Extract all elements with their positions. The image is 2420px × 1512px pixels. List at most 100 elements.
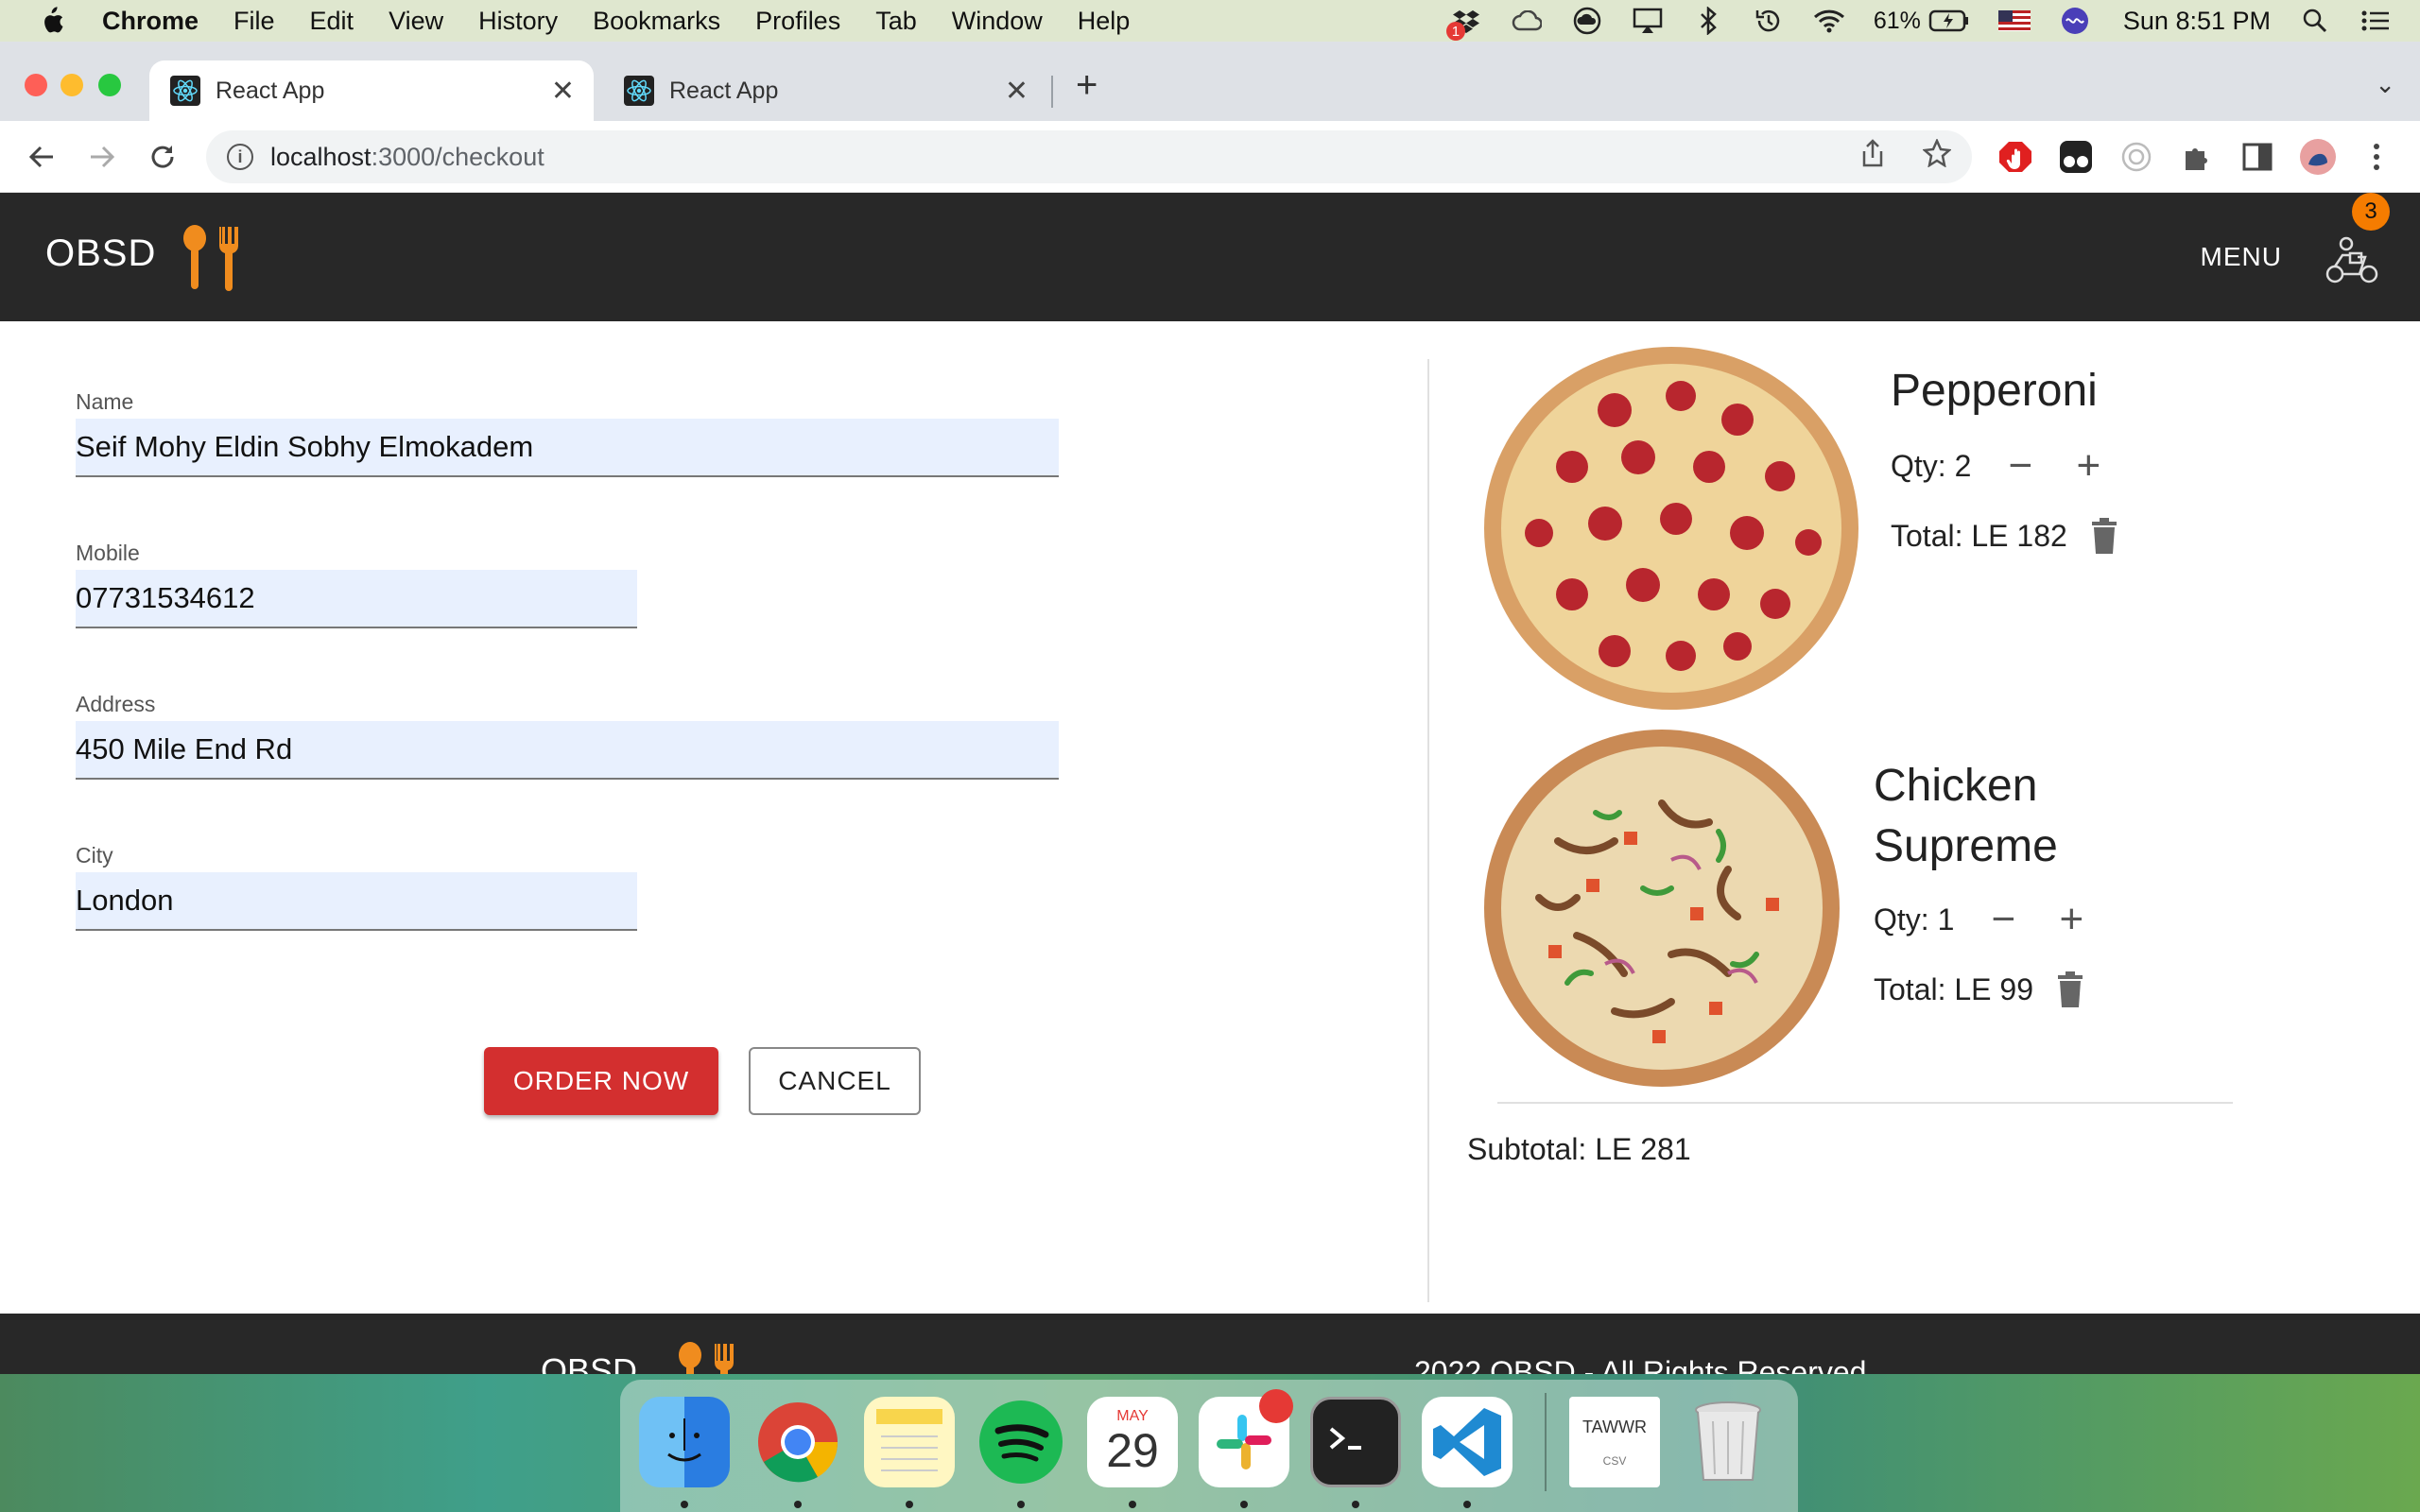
cancel-button[interactable]: CANCEL [749, 1047, 921, 1115]
window-close-button[interactable] [25, 74, 47, 96]
tab-search-chevron-icon[interactable]: ⌄ [2375, 70, 2395, 99]
increase-qty-plus-icon[interactable]: + [2069, 442, 2107, 490]
menubar-clock[interactable]: Sun 8:51 PM [2123, 7, 2271, 36]
footer-copyright: 2022 OBSD - All Rights Reserved [1414, 1355, 1867, 1374]
cloud-sync-icon[interactable] [1571, 7, 1603, 35]
extension-target-icon[interactable] [2118, 138, 2155, 176]
menubar-app-name[interactable]: Chrome [102, 7, 199, 36]
vscode-icon[interactable] [1422, 1397, 1512, 1487]
menubar-window[interactable]: Window [952, 7, 1043, 36]
address-input[interactable]: 450 Mile End Rd [76, 721, 1059, 780]
delete-trash-icon[interactable] [2090, 518, 2118, 554]
trash-icon[interactable] [1683, 1397, 1773, 1487]
menubar-profiles[interactable]: Profiles [755, 7, 840, 36]
creative-cloud-icon[interactable] [1511, 7, 1543, 35]
menubar-view[interactable]: View [389, 7, 443, 36]
app-header: OBSD MENU 3 [0, 193, 2420, 321]
address-bar[interactable]: i localhost :3000/checkout [206, 130, 1972, 183]
back-arrow-icon[interactable] [23, 138, 60, 176]
control-center-icon[interactable] [2360, 7, 2392, 35]
reload-icon[interactable] [144, 138, 182, 176]
order-now-button[interactable]: ORDER NOW [484, 1047, 718, 1115]
window-minimize-button[interactable] [60, 74, 83, 96]
finder-icon[interactable] [639, 1397, 730, 1487]
bluetooth-icon[interactable] [1692, 7, 1724, 35]
notes-icon[interactable] [864, 1397, 955, 1487]
siri-icon[interactable] [2059, 7, 2091, 35]
tab-close-icon[interactable]: ✕ [1005, 75, 1028, 108]
adblock-extension-icon[interactable] [1996, 138, 2034, 176]
mobile-input[interactable]: 07731534612 [76, 570, 637, 628]
bookmark-star-icon[interactable] [1922, 137, 1952, 175]
profile-avatar[interactable] [2299, 138, 2337, 176]
running-indicator [1463, 1501, 1471, 1508]
calendar-day: 29 [1106, 1424, 1159, 1477]
forward-arrow-icon[interactable] [83, 138, 121, 176]
menubar-help[interactable]: Help [1078, 7, 1131, 36]
increase-qty-plus-icon[interactable]: + [2052, 896, 2090, 943]
spoon-fork-logo-icon [182, 225, 244, 296]
pepperoni-pizza-image [1482, 344, 1860, 713]
browser-tab-active[interactable]: React App ✕ [149, 60, 594, 121]
menubar-bookmarks[interactable]: Bookmarks [593, 7, 720, 36]
terminal-icon[interactable] [1310, 1397, 1401, 1487]
site-info-icon[interactable]: i [227, 144, 253, 170]
cart-count-badge: 3 [2352, 193, 2390, 231]
dropbox-icon[interactable]: 1 [1445, 7, 1482, 41]
browser-tab-strip: React App ✕ React App ✕ + ⌄ [0, 42, 2420, 121]
tab-title: React App [216, 77, 325, 104]
battery-percentage: 61% [1873, 7, 1921, 34]
city-input[interactable]: London [76, 872, 637, 931]
tab-title: React App [669, 77, 779, 104]
menubar-history[interactable]: History [478, 7, 558, 36]
new-tab-plus-icon[interactable]: + [1076, 64, 1098, 107]
share-icon[interactable] [1860, 139, 1885, 175]
apple-logo-icon[interactable] [38, 5, 66, 37]
side-panel-icon[interactable] [2238, 138, 2276, 176]
tampermonkey-extension-icon[interactable] [2057, 138, 2095, 176]
browser-toolbar: i localhost :3000/checkout [0, 121, 2420, 193]
menubar-edit[interactable]: Edit [310, 7, 354, 36]
city-label: City [76, 843, 113, 868]
name-input[interactable]: Seif Mohy Eldin Sobhy Elmokadem [76, 419, 1059, 477]
cart-item-qty: Qty: 1 − + [1874, 896, 2090, 943]
webpage-viewport: OBSD MENU 3 Name Seif Mohy Eldin Sobhy E… [0, 193, 2420, 1374]
react-favicon-icon [170, 76, 200, 106]
airplay-icon[interactable] [1632, 7, 1664, 35]
file-icon[interactable]: TAWWR CSV [1569, 1397, 1660, 1487]
scooter-cart-icon[interactable] [2322, 227, 2382, 287]
footer-brand: OBSD [541, 1351, 638, 1374]
menubar-file[interactable]: File [233, 7, 275, 36]
menu-button[interactable]: MENU [2201, 242, 2282, 272]
mobile-label: Mobile [76, 541, 140, 565]
react-favicon-icon [624, 76, 654, 106]
dock-separator [1545, 1393, 1547, 1491]
total-text: Total: LE 99 [1874, 971, 2033, 1006]
battery-icon[interactable] [1928, 7, 1970, 35]
name-label: Name [76, 389, 134, 414]
us-flag-input-source-icon[interactable] [1997, 10, 2031, 31]
calendar-month: MAY [1116, 1408, 1149, 1424]
time-machine-icon[interactable] [1753, 7, 1785, 35]
chicken-supreme-pizza-image [1482, 728, 1841, 1089]
tab-close-icon[interactable]: ✕ [551, 75, 575, 108]
extensions-puzzle-icon[interactable] [2178, 138, 2216, 176]
spotify-icon[interactable] [976, 1397, 1066, 1487]
delete-trash-icon[interactable] [2056, 971, 2084, 1007]
address-field: Address 450 Mile End Rd [76, 692, 1059, 780]
app-brand[interactable]: OBSD [45, 232, 156, 275]
spotlight-search-icon[interactable] [2299, 7, 2331, 35]
url-host: localhost [270, 142, 372, 171]
slack-notification-badge [1259, 1389, 1293, 1423]
wifi-icon[interactable] [1813, 7, 1845, 35]
menubar-tab[interactable]: Tab [875, 7, 917, 36]
chrome-icon[interactable] [752, 1397, 843, 1487]
browser-tab-inactive[interactable]: React App ✕ [603, 60, 1047, 121]
decrease-qty-minus-icon[interactable]: − [2001, 442, 2039, 490]
chrome-menu-kebab-icon[interactable] [2358, 138, 2395, 176]
decrease-qty-minus-icon[interactable]: − [1984, 896, 2022, 943]
cart-item-name: Pepperoni [1891, 366, 2098, 416]
calendar-icon[interactable]: MAY 29 [1087, 1397, 1178, 1487]
notification-badge: 1 [1445, 22, 1465, 41]
window-maximize-button[interactable] [98, 74, 121, 96]
